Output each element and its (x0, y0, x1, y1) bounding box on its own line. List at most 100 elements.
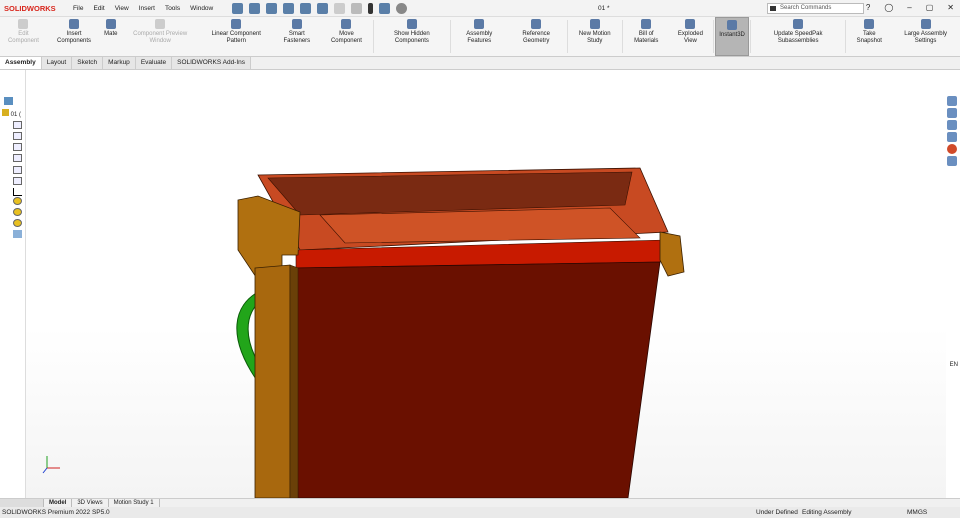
plane-icon[interactable] (13, 166, 22, 174)
ribbon-button-component-preview-window[interactable]: Component Preview Window (121, 17, 200, 56)
ribbon-button-label: Smart Fasteners (283, 31, 311, 44)
ribbon-separator (713, 20, 715, 53)
history-icon[interactable] (13, 121, 22, 129)
box-front-face (291, 261, 661, 498)
ribbon-button-label: Insert Components (57, 31, 92, 44)
reference-geometry-icon (531, 19, 542, 29)
resources-icon[interactable] (947, 108, 957, 118)
part-icon[interactable] (13, 208, 22, 216)
ribbon-button-insert-components[interactable]: Insert Components (47, 17, 101, 56)
tab-scroll[interactable] (0, 499, 44, 507)
new-icon[interactable] (249, 2, 261, 14)
bottom-tab-motion-study-1[interactable]: Motion Study 1 (109, 499, 160, 507)
ribbon-button-label: Move Component (330, 31, 362, 44)
ribbon-button-reference-geometry[interactable]: Reference Geometry (507, 17, 566, 56)
ribbon-button-label: Bill of Materials (634, 31, 659, 44)
print-icon[interactable] (300, 2, 312, 14)
file-explorer-icon[interactable] (947, 132, 957, 142)
sensors-icon[interactable] (13, 132, 22, 140)
ribbon-button-linear-component-pattern[interactable]: Linear Component Pattern (200, 17, 273, 56)
edit-component-icon (18, 19, 29, 29)
undo-icon[interactable] (317, 2, 329, 14)
ribbon-button-move-component[interactable]: Move Component (321, 17, 372, 56)
bottom-tab-3d-views[interactable]: 3D Views (72, 499, 109, 507)
ribbon-button-edit-component[interactable]: Edit Component (0, 17, 47, 56)
restore-button[interactable]: ▢ (926, 3, 934, 12)
ribbon-button-smart-fasteners[interactable]: Smart Fasteners (273, 17, 321, 56)
menu-file[interactable]: File (68, 5, 88, 12)
heads-up-view-toolbar[interactable] (378, 70, 608, 71)
tab-evaluate[interactable]: Evaluate (135, 57, 173, 69)
part-icon[interactable] (13, 219, 22, 227)
ribbon-button-exploded-view[interactable]: Exploded View (669, 17, 713, 56)
tab-layout[interactable]: Layout (41, 57, 73, 69)
redo-icon[interactable] (334, 2, 346, 14)
open-icon[interactable] (266, 2, 278, 14)
custom-properties-icon[interactable] (947, 156, 957, 166)
minimize-button[interactable]: – (907, 3, 911, 12)
plane-icon[interactable] (13, 154, 22, 162)
mates-icon[interactable] (13, 230, 22, 238)
rebuild-icon[interactable] (368, 2, 374, 14)
user-icon[interactable]: ◯ (884, 3, 893, 12)
home-icon[interactable] (947, 96, 957, 106)
ribbon-button-update-speedpak-subassemblies[interactable]: Update SpeedPak Subassemblies (752, 17, 845, 56)
ribbon-button-new-motion-study[interactable]: New Motion Study (569, 17, 621, 56)
ribbon-button-assembly-features[interactable]: Assembly Features (452, 17, 507, 56)
command-manager-tabs: Assembly Layout Sketch Markup Evaluate SOLIDW… (0, 57, 960, 70)
ribbon-button-large-assembly-settings[interactable]: Large Assembly Settings (891, 17, 960, 56)
ribbon-button-label: Large Assembly Settings (904, 31, 947, 44)
file-properties-icon[interactable] (379, 2, 391, 14)
menu-view[interactable]: View (110, 5, 134, 12)
ribbon-button-label: Assembly Features (466, 31, 493, 44)
save-icon[interactable] (283, 2, 295, 14)
menu-insert[interactable]: Insert (134, 5, 160, 12)
plane-icon[interactable] (13, 177, 22, 185)
tab-solidworks-add-ins[interactable]: SOLIDWORKS Add-Ins (172, 57, 252, 69)
search-commands-input[interactable]: Search Commands (767, 3, 864, 14)
ribbon-button-show-hidden-components[interactable]: Show Hidden Components (375, 17, 449, 56)
select-icon[interactable] (351, 2, 363, 14)
menu-tools[interactable]: Tools (160, 5, 185, 12)
graphics-area[interactable]: EN (26, 70, 958, 498)
close-button[interactable]: ✕ (947, 3, 954, 12)
ribbon-button-label: Exploded View (677, 31, 703, 44)
tab-markup[interactable]: Markup (103, 57, 136, 69)
exploded-view-icon (685, 19, 696, 29)
task-pane-tabs (947, 96, 960, 168)
help-icon[interactable]: ? (866, 3, 870, 12)
ribbon-button-label: Component Preview Window (133, 31, 188, 44)
tab-assembly[interactable]: Assembly (0, 57, 42, 69)
filter-icon[interactable] (4, 97, 13, 105)
editing-mode: Editing Assembly (802, 509, 852, 516)
ribbon-button-instant3d[interactable]: Instant3D (715, 17, 749, 56)
tree-root[interactable]: 01 ( (2, 109, 21, 118)
insert-components-icon (69, 19, 80, 29)
ribbon-button-label: Reference Geometry (522, 31, 550, 44)
options-gear-icon[interactable] (396, 2, 408, 14)
home-icon[interactable] (232, 2, 244, 14)
annotations-icon[interactable] (13, 143, 22, 151)
tab-sketch[interactable]: Sketch (72, 57, 104, 69)
take-snapshot-icon (864, 19, 875, 29)
ribbon-button-mate[interactable]: Mate (101, 17, 120, 56)
appearances-icon[interactable] (947, 144, 957, 154)
origin-icon[interactable] (13, 188, 22, 196)
status-bar: SOLIDWORKS Premium 2022 SP5.0 Under Defi… (0, 507, 960, 518)
bottom-tab-model[interactable]: Model (44, 499, 73, 507)
solidworks-logo: SOLIDWORKS (4, 3, 56, 13)
ribbon-button-take-snapshot[interactable]: Take Snapshot (847, 17, 891, 56)
linear-component-pattern-icon (231, 19, 242, 29)
part-icon[interactable] (13, 197, 22, 205)
quick-access-toolbar (232, 2, 408, 14)
large-assembly-settings-icon (920, 19, 931, 29)
units-selector[interactable]: MMGS (907, 509, 927, 516)
ribbon-button-bill-of-materials[interactable]: Bill of Materials (624, 17, 669, 56)
document-title: 01 * (598, 5, 610, 12)
menu-window[interactable]: Window (185, 5, 218, 12)
smart-fasteners-icon (291, 19, 302, 29)
ribbon-separator (449, 20, 451, 53)
design-library-icon[interactable] (947, 120, 957, 130)
menu-edit[interactable]: Edit (88, 5, 109, 12)
definition-state: Under Defined (756, 509, 798, 516)
